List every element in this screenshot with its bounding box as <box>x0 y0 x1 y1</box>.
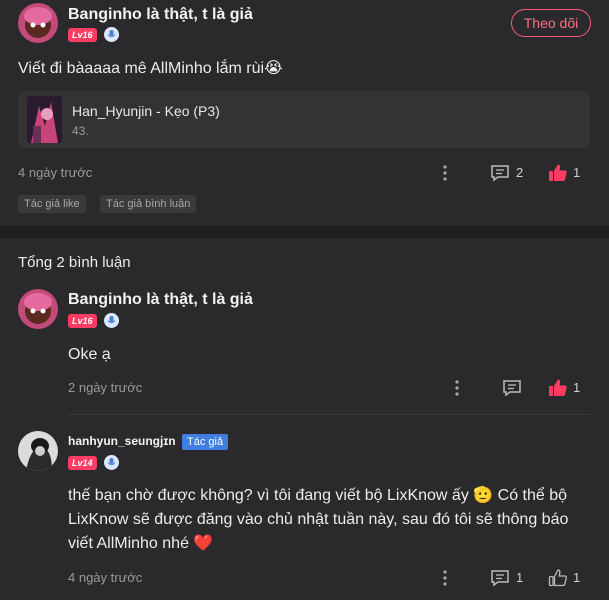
post-comment-count: 2 <box>516 165 524 180</box>
reply-text: Oke ạ <box>68 346 111 363</box>
reply-divider <box>68 414 590 415</box>
post-text: Viết đi bàaaaa mê AllMinho lắm rùi😭 <box>18 60 283 77</box>
more-icon[interactable] <box>438 569 452 587</box>
post-timestamp: 4 ngày trước <box>18 165 93 180</box>
story-chapter: 43. <box>72 124 89 138</box>
mic-badge-icon <box>104 313 119 328</box>
reply-author-avatar[interactable] <box>18 289 58 329</box>
section-divider <box>0 226 609 238</box>
reply-author-name[interactable]: Banginho là thật, t là giả <box>68 291 253 309</box>
reply-like-count: 1 <box>573 570 581 585</box>
reply-timestamp: 2 ngày trước <box>68 380 143 395</box>
comment-icon[interactable] <box>490 569 510 587</box>
comment-icon[interactable] <box>502 379 522 397</box>
author-tag-badge: Tác giả <box>182 434 229 450</box>
tag-author-liked: Tác giả like <box>18 195 86 213</box>
comment-icon[interactable] <box>490 164 510 182</box>
post-author-name[interactable]: Banginho là thật, t là giả <box>68 6 253 24</box>
reply-author-name[interactable]: hanhyun_seungjɪn <box>68 434 176 448</box>
follow-button[interactable]: Theo dõi <box>511 9 591 37</box>
story-title: Han_Hyunjin - Kẹo (P3) <box>72 103 220 119</box>
thumb-up-outline-icon[interactable] <box>548 568 568 587</box>
reply-text: thế bạn chờ được không? vì tôi đang viết… <box>68 487 569 552</box>
tag-author-commented: Tác giả bình luận <box>100 195 197 213</box>
mic-badge-icon <box>104 27 119 42</box>
author-avatar[interactable] <box>18 431 58 471</box>
quoted-story-card[interactable]: Han_Hyunjin - Kẹo (P3) 43. <box>18 91 590 148</box>
mic-badge-icon <box>104 455 119 470</box>
reply-comment-count: 1 <box>516 570 524 585</box>
more-icon[interactable] <box>450 379 464 397</box>
reply-timestamp: 4 ngày trước <box>68 570 143 585</box>
comments-total-header: Tổng 2 bình luận <box>18 254 131 271</box>
more-icon[interactable] <box>438 164 452 182</box>
story-cover-image <box>27 96 62 143</box>
thumb-up-icon[interactable] <box>548 378 568 397</box>
thumb-up-icon[interactable] <box>548 163 568 182</box>
post-level-badge: Lv16 <box>68 28 97 42</box>
reply-like-count: 1 <box>573 380 581 395</box>
post-author-avatar[interactable] <box>18 3 58 43</box>
post-like-count: 1 <box>573 165 581 180</box>
reply-level-badge: Lv16 <box>68 314 97 328</box>
reply-level-badge: Lv14 <box>68 456 97 470</box>
